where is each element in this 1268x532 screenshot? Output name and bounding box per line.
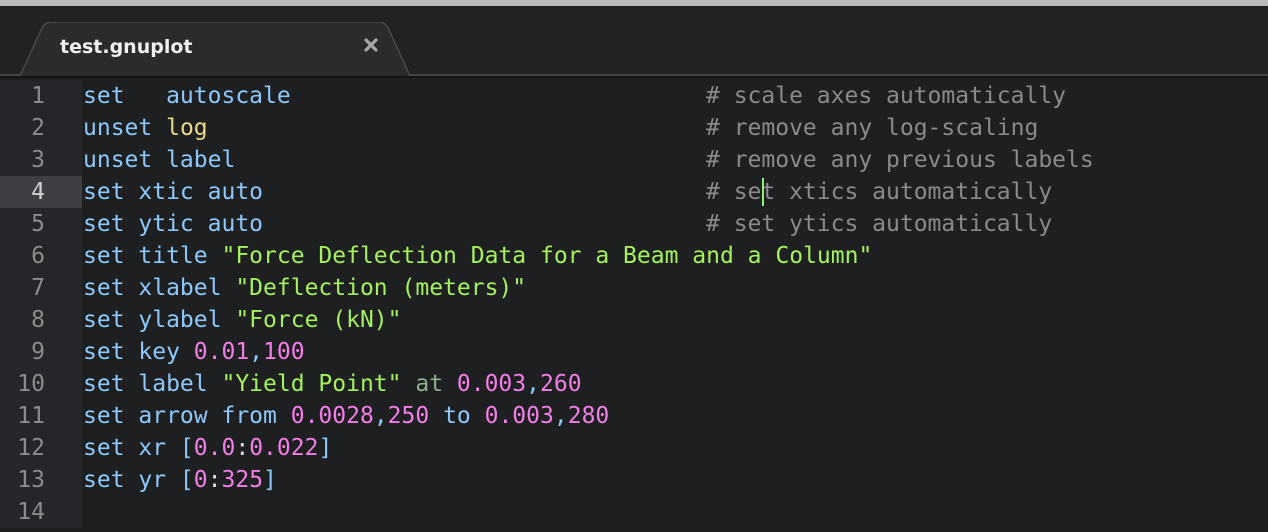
keyword-token: set xr [	[83, 435, 194, 461]
number-token: 0.022	[249, 435, 319, 461]
code-line[interactable]: set label "Yield Point" at 0.003,260	[82, 368, 1268, 400]
punctuation-token: :	[235, 435, 250, 461]
code-line[interactable]	[82, 496, 1268, 528]
comment-token: # remove any previous labels	[706, 147, 1094, 173]
punctuation-token: :	[207, 467, 222, 493]
number-token: 280	[567, 403, 610, 429]
code-line[interactable]: set autoscale # scale axes automatically	[82, 80, 1268, 112]
code-line[interactable]: set xlabel "Deflection (meters)"	[82, 272, 1268, 304]
number-token: 250	[387, 403, 430, 429]
code-line[interactable]: set key 0.01,100	[82, 336, 1268, 368]
number-token: 0.003	[456, 371, 527, 397]
code-line[interactable]: unset log # remove any log-scaling	[82, 112, 1268, 144]
keyword-token: set xtic auto	[83, 179, 264, 205]
tab-bar: test.gnuplot	[0, 6, 1268, 78]
line-number: 14	[17, 499, 45, 525]
code-line[interactable]: set ytic auto # set ytics automatically	[82, 208, 1268, 240]
keyword-token: set title	[83, 243, 222, 269]
line-number-gutter: 1 2 3 4 5 6 7 8 9 10 11 12 13 14	[0, 80, 82, 528]
code-line[interactable]: set ylabel "Force (kN)"	[82, 304, 1268, 336]
number-token: 100	[263, 339, 305, 365]
number-token: 0.01	[193, 339, 250, 365]
line-number: 6	[31, 243, 45, 269]
keyword-token: ,	[249, 339, 264, 365]
code-line[interactable]: set xr [0.0:0.022]	[82, 432, 1268, 464]
code-line[interactable]: set yr [0:325]	[82, 464, 1268, 496]
line-number: 9	[31, 339, 45, 365]
number-token: 0.003	[484, 403, 554, 429]
keyword-token: set yr [	[83, 467, 194, 493]
keyword-token: ,	[526, 371, 540, 397]
code-line[interactable]: set title "Force Deflection Data for a B…	[82, 240, 1268, 272]
keyword-token: to	[429, 403, 485, 429]
line-number: 1	[31, 83, 45, 109]
keyword-token: ]	[318, 435, 333, 461]
comment-token: # scale axes automatically	[706, 83, 1067, 109]
line-number: 13	[17, 467, 45, 493]
line-number: 7	[31, 275, 45, 301]
code-line[interactable]: set xtic auto # set xtics automatically	[82, 176, 1268, 208]
number-token: 0.0	[193, 435, 236, 461]
keyword-token: unset label	[83, 147, 236, 173]
tab-title: test.gnuplot	[60, 36, 193, 58]
line-number: 3	[31, 147, 45, 173]
string-token: "Yield Point"	[221, 371, 402, 397]
keyword-token: set label	[83, 371, 222, 397]
editor[interactable]: 1 2 3 4 5 6 7 8 9 10 11 12 13 14 set autoscale # scale…	[0, 80, 1268, 528]
line-number: 10	[17, 371, 45, 397]
close-icon[interactable]	[362, 36, 380, 54]
text-caret	[762, 178, 765, 206]
keyword-token: set ylabel	[83, 307, 236, 333]
keyword-token: ,	[373, 403, 388, 429]
comment-token: # set ytics automatically	[706, 211, 1053, 237]
number-token: 260	[540, 371, 582, 397]
line-number: 5	[31, 211, 45, 237]
number-token: 0	[193, 467, 208, 493]
keyword-token: unset	[83, 115, 167, 141]
line-number: 11	[17, 403, 45, 429]
string-token: "Deflection (meters)"	[235, 275, 527, 301]
operator-token: at	[401, 371, 457, 397]
number-token: 0.0028	[290, 403, 374, 429]
keyword-token: ]	[263, 467, 277, 493]
keyword-token: set ytic auto	[83, 211, 264, 237]
keyword-token: set key	[83, 339, 194, 365]
keyword-token: ,	[553, 403, 568, 429]
number-token: 325	[221, 467, 264, 493]
string-token: "Force (kN)"	[235, 307, 402, 333]
tab-test-gnuplot[interactable]: test.gnuplot	[20, 22, 410, 78]
line-number: 8	[31, 307, 45, 333]
line-number: 4	[0, 176, 82, 208]
function-token: log	[166, 115, 208, 141]
comment-token: # set xtics automatically	[706, 179, 1053, 205]
keyword-token: set autoscale	[83, 83, 291, 109]
code-area[interactable]: set autoscale # scale axes automatically u…	[82, 80, 1268, 528]
keyword-token: set arrow from	[83, 403, 291, 429]
comment-token: # remove any log-scaling	[706, 115, 1039, 141]
string-token: "Force Deflection Data for a Beam and a …	[221, 243, 873, 269]
line-number: 2	[31, 115, 45, 141]
code-line[interactable]: unset label # remove any previous labels	[82, 144, 1268, 176]
line-number: 12	[17, 435, 45, 461]
code-line[interactable]: set arrow from 0.0028,250 to 0.003,280	[82, 400, 1268, 432]
keyword-token: set xlabel	[83, 275, 236, 301]
